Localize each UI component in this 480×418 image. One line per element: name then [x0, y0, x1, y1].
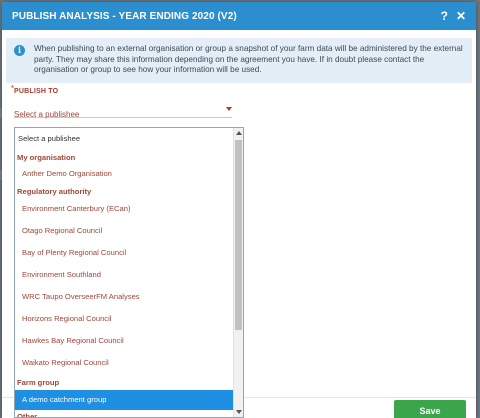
dropdown-option[interactable]: WRC Taupo OverseerFM Analyses	[15, 292, 233, 302]
info-banner: i When publishing to an external organis…	[6, 38, 472, 83]
publish-to-field: * PUBLISH TO Select a publishee	[11, 84, 232, 119]
dropdown-option[interactable]: Anther Demo Organisation	[15, 169, 233, 179]
publishee-dropdown[interactable]: Select a publishee My organisation Anther …	[14, 127, 244, 418]
close-icon[interactable]: ✕	[456, 9, 466, 23]
modal-title: PUBLISH ANALYSIS - YEAR ENDING 2020 (V2)	[12, 10, 237, 22]
save-button[interactable]: Save	[394, 400, 466, 418]
publishee-select-value: Select a publishee	[14, 110, 80, 119]
dropdown-option[interactable]: Hawkes Bay Regional Council	[15, 336, 233, 346]
help-icon[interactable]: ?	[441, 9, 448, 23]
dropdown-list: Select a publishee My organisation Anther …	[15, 128, 233, 417]
dropdown-option[interactable]: Horizons Regional Council	[15, 314, 233, 324]
info-text: When publishing to an external organisat…	[34, 44, 463, 74]
dropdown-option[interactable]: Waikato Regional Council	[15, 358, 233, 368]
chevron-down-icon	[226, 107, 232, 111]
modal-header: PUBLISH ANALYSIS - YEAR ENDING 2020 (V2)…	[2, 2, 476, 30]
dropdown-option[interactable]: Environment Canterbury (ECan)	[15, 204, 233, 214]
dropdown-group-label: Other	[17, 412, 38, 418]
publish-to-label: PUBLISH TO	[14, 88, 59, 95]
dropdown-group-label: My organisation	[17, 153, 76, 162]
dropdown-option[interactable]: A demo catchment group	[15, 390, 233, 410]
required-marker: *	[11, 84, 15, 93]
dropdown-option[interactable]: Bay of Plenty Regional Council	[15, 248, 233, 258]
dropdown-group-label: Regulatory authority	[17, 187, 92, 196]
info-icon: i	[14, 45, 25, 56]
scroll-up-arrow[interactable]	[234, 128, 243, 138]
dropdown-scrollbar[interactable]	[233, 128, 243, 417]
dropdown-option[interactable]: Select a publishee	[15, 134, 233, 144]
publishee-select[interactable]: Select a publishee	[14, 104, 232, 119]
scroll-thumb[interactable]	[235, 140, 242, 330]
dropdown-option[interactable]: Otago Regional Council	[15, 226, 233, 236]
dropdown-option[interactable]: Environment Southland	[15, 270, 233, 280]
scroll-down-arrow[interactable]	[234, 407, 243, 417]
dropdown-group-label: Farm group	[17, 378, 60, 387]
